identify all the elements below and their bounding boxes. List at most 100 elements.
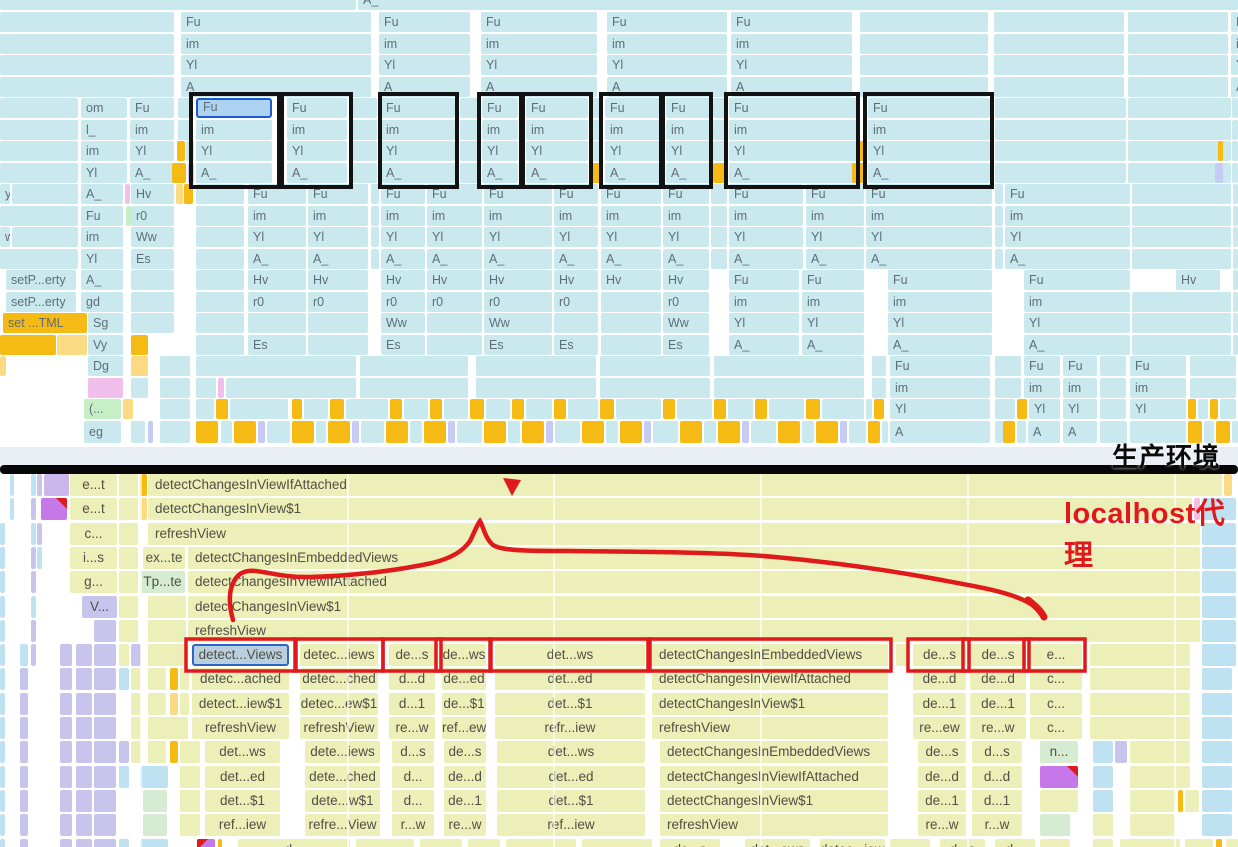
flame-cell-detectViews[interactable]: detect...Views [192, 644, 289, 666]
flame-cell-Tpte[interactable]: Tp...te [140, 571, 185, 593]
flame-cell-detectChangesInEmbeddedViews[interactable]: detectChangesInEmbeddedViews [652, 644, 888, 666]
flame-cell-c[interactable]: c... [1030, 717, 1082, 739]
flame-cell[interactable] [76, 814, 92, 836]
flame-cell-des[interactable]: de...s [444, 741, 486, 763]
flame-cell-rew[interactable]: re...w [444, 814, 486, 836]
flame-cell[interactable] [20, 790, 28, 812]
flame-cell-rw[interactable]: r...w [392, 814, 434, 836]
flame-cell[interactable] [1130, 790, 1175, 812]
flame-cell[interactable] [94, 790, 116, 812]
flame-cell[interactable] [37, 547, 42, 569]
flame-cell[interactable] [20, 693, 28, 715]
flame-cell[interactable] [0, 620, 5, 642]
flame-cell[interactable] [148, 644, 186, 666]
flame-cell-dd[interactable]: d...d [389, 668, 435, 690]
flame-cell[interactable] [37, 474, 42, 496]
flame-cell-et[interactable]: e...t [70, 474, 117, 496]
flame-cell[interactable] [1202, 790, 1232, 812]
flame-cell[interactable] [119, 620, 138, 642]
flame-cell[interactable] [1093, 741, 1113, 763]
flame-cell-detectChangesInView1[interactable]: detectChangesInView$1 [652, 693, 888, 715]
flame-cell-ded[interactable]: de...d [918, 766, 966, 788]
flame-cell-detectChangesInView1[interactable]: detectChangesInView$1 [148, 498, 1192, 520]
flame-cell[interactable] [76, 693, 92, 715]
flame-cell-detecew1[interactable]: detec...ew$1 [300, 693, 378, 715]
flame-cell[interactable] [1130, 766, 1190, 788]
flame-cell[interactable] [180, 741, 200, 763]
flame-cell[interactable] [180, 766, 200, 788]
flame-cell[interactable] [60, 644, 72, 666]
flame-cell-refiew[interactable]: ref...iew [497, 814, 645, 836]
flame-cell-ds[interactable]: d...s [972, 741, 1022, 763]
flame-cell[interactable] [119, 668, 129, 690]
flame-cell[interactable] [76, 741, 92, 763]
flame-cell[interactable] [76, 668, 92, 690]
flame-cell[interactable] [119, 547, 138, 569]
flame-cell[interactable] [20, 717, 28, 739]
flame-cell[interactable] [143, 790, 167, 812]
flame-cell[interactable] [37, 523, 42, 545]
flame-cell-des[interactable]: de...s [660, 839, 720, 847]
flame-cell[interactable] [60, 766, 72, 788]
flame-cell-des[interactable]: de...s [970, 644, 1026, 666]
flame-cell-ded[interactable]: de...d [444, 766, 486, 788]
flame-cell[interactable] [1093, 766, 1113, 788]
flame-cell[interactable] [0, 790, 5, 812]
flame-cell[interactable] [1185, 839, 1213, 847]
flame-cell[interactable] [1202, 620, 1236, 642]
flame-cell[interactable] [1185, 790, 1199, 812]
flame-cell[interactable] [119, 523, 138, 545]
flame-cell-deted[interactable]: det...ed [497, 766, 645, 788]
flame-cell[interactable] [506, 839, 576, 847]
flame-cell-detectChangesInEmbeddedViews[interactable]: detectChangesInEmbeddedViews [188, 547, 1200, 569]
flame-cell[interactable] [1202, 571, 1236, 593]
flame-cell[interactable] [148, 668, 166, 690]
flame-cell[interactable] [0, 814, 5, 836]
flame-cell[interactable] [1093, 790, 1113, 812]
flame-cell[interactable] [119, 741, 129, 763]
flame-cell-refreshView[interactable]: refreshView [188, 620, 1200, 642]
flame-cell-ds[interactable]: d...s [940, 839, 985, 847]
flame-cell-detws[interactable]: det...ws [495, 644, 645, 666]
flame-cell-dd[interactable]: d...d [972, 766, 1022, 788]
flame-cell[interactable] [94, 766, 116, 788]
flame-cell[interactable] [180, 693, 189, 715]
flame-cell[interactable] [356, 839, 414, 847]
flame-cell[interactable] [0, 644, 5, 666]
flame-cell[interactable] [1040, 814, 1070, 836]
flame-cell-refew[interactable]: ref...ew [442, 717, 486, 739]
flame-cell-d[interactable]: d... [392, 766, 434, 788]
flame-cell[interactable] [31, 523, 36, 545]
flame-cell[interactable] [94, 717, 116, 739]
flame-cell[interactable] [94, 644, 116, 666]
flame-cell[interactable] [76, 790, 92, 812]
flame-cell[interactable] [41, 498, 67, 520]
flame-cell-refreshView[interactable]: refreshView [148, 523, 1200, 545]
flame-cell-refreshView[interactable]: refreshView [652, 717, 888, 739]
flame-cell[interactable] [60, 717, 72, 739]
flame-cell[interactable] [1040, 839, 1070, 847]
flame-cell-de1[interactable]: de...$1 [442, 693, 486, 715]
flame-cell[interactable] [1202, 717, 1232, 739]
flame-cell-refriew[interactable]: refr...iew [495, 717, 645, 739]
flame-cell[interactable] [170, 668, 178, 690]
flame-cell[interactable] [60, 839, 72, 847]
flame-cell[interactable] [31, 547, 36, 569]
flame-cell[interactable] [20, 644, 28, 666]
flame-cell[interactable] [10, 474, 14, 496]
flame-cell[interactable] [148, 741, 166, 763]
flame-cell-deteciews[interactable]: detec...iews [300, 644, 378, 666]
flame-cell[interactable] [20, 668, 28, 690]
flame-cell[interactable] [1040, 766, 1078, 788]
flame-cell[interactable] [1093, 814, 1113, 836]
flame-cell[interactable] [0, 668, 5, 690]
flame-cell[interactable] [0, 571, 5, 593]
flame-cell[interactable] [420, 839, 462, 847]
flame-cell[interactable] [76, 644, 92, 666]
flame-cell[interactable] [1202, 693, 1232, 715]
flame-cell[interactable] [94, 814, 116, 836]
flame-cell[interactable] [0, 766, 5, 788]
flame-cell-det1[interactable]: det...$1 [495, 693, 645, 715]
flame-cell-detews[interactable]: det...ews [745, 839, 810, 847]
flame-cell[interactable] [1226, 839, 1238, 847]
